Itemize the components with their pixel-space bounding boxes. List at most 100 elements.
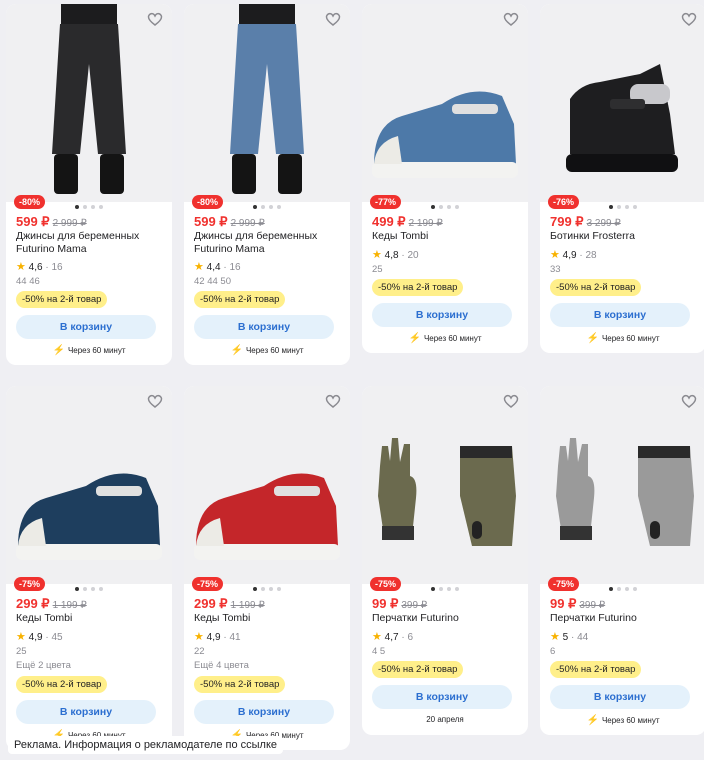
review-count: 16 <box>229 262 241 273</box>
discount-badge: -75% <box>192 577 224 591</box>
product-name[interactable]: Джинсы для беременных Futurino Mama <box>16 230 166 256</box>
add-to-cart-button[interactable]: В корзину <box>372 303 512 327</box>
promo-badge: -50% на 2-й товар <box>16 676 108 693</box>
promo-badge: -50% на 2-й товар <box>372 661 464 678</box>
product-name[interactable]: Ботинки Frosterra <box>550 230 700 243</box>
add-to-cart-button[interactable]: В корзину <box>194 700 334 724</box>
discount-badge: -80% <box>14 195 46 209</box>
old-price: 3 299 ₽ <box>586 218 621 229</box>
rating-value: 4,9 <box>562 250 577 261</box>
product-card[interactable]: -75% 299 ₽1 199 ₽ Кеды Tombi ★ 4,9 · 45 … <box>6 386 172 750</box>
product-name[interactable]: Джинсы для беременных Futurino Mama <box>194 230 344 256</box>
review-count: 28 <box>585 250 597 261</box>
product-card[interactable]: -80% 599 ₽2 999 ₽ Джинсы для беременных … <box>184 4 350 365</box>
current-price: 299 ₽ <box>194 596 228 611</box>
review-count: 20 <box>407 250 419 261</box>
promo-badge: -50% на 2-й товар <box>194 676 286 693</box>
price-block: 299 ₽1 199 ₽ <box>194 595 265 613</box>
heart-icon[interactable] <box>680 392 698 410</box>
discount-badge: -80% <box>192 195 224 209</box>
heart-icon[interactable] <box>146 392 164 410</box>
product-image[interactable] <box>6 4 172 202</box>
rating-value: 4,4 <box>206 262 221 273</box>
discount-badge: -77% <box>370 195 402 209</box>
sizes: 4 5 <box>372 646 386 657</box>
product-card[interactable]: -80% 599 ₽2 999 ₽ Джинсы для беременных … <box>6 4 172 365</box>
delivery-info: 20 апреля <box>362 715 528 724</box>
delivery-info: ⚡Через 60 минут <box>6 345 172 356</box>
sizes: 25 <box>16 646 27 657</box>
product-image[interactable] <box>6 386 172 584</box>
product-image[interactable] <box>184 4 350 202</box>
delivery-info: ⚡Через 60 минут <box>362 333 528 344</box>
rating: ★ 4,8 · 20 <box>372 249 419 261</box>
product-image[interactable] <box>362 386 528 584</box>
add-to-cart-button[interactable]: В корзину <box>550 303 690 327</box>
old-price: 1 199 ₽ <box>52 600 87 611</box>
current-price: 499 ₽ <box>372 214 406 229</box>
delivery-info: ⚡Через 60 минут <box>540 333 704 344</box>
old-price: 2 199 ₽ <box>408 218 443 229</box>
review-count: 44 <box>577 632 589 643</box>
rating: ★ 4,4 · 16 <box>194 261 241 273</box>
promo-badge: -50% на 2-й товар <box>550 279 642 296</box>
price-block: 799 ₽3 299 ₽ <box>550 213 621 231</box>
price-block: 599 ₽2 999 ₽ <box>16 213 87 231</box>
current-price: 599 ₽ <box>16 214 50 229</box>
more-colors[interactable]: Ещё 4 цвета <box>194 660 249 671</box>
product-image[interactable] <box>184 386 350 584</box>
product-image[interactable] <box>540 386 704 584</box>
discount-badge: -76% <box>548 195 580 209</box>
product-card[interactable]: -77% 499 ₽2 199 ₽ Кеды Tombi ★ 4,8 · 20 … <box>362 4 528 353</box>
current-price: 599 ₽ <box>194 214 228 229</box>
star-icon: ★ <box>16 631 26 643</box>
heart-icon[interactable] <box>324 392 342 410</box>
star-icon: ★ <box>372 631 382 643</box>
rating: ★ 4,9 · 28 <box>550 249 597 261</box>
sizes: 25 <box>372 264 383 275</box>
product-card[interactable]: -76% 799 ₽3 299 ₽ Ботинки Frosterra ★ 4,… <box>540 4 704 353</box>
product-card[interactable]: -75% 99 ₽399 ₽ Перчатки Futurino ★ 5 · 4… <box>540 386 704 735</box>
current-price: 299 ₽ <box>16 596 50 611</box>
ad-notice[interactable]: Реклама. Информация о рекламодателе по с… <box>8 736 284 754</box>
add-to-cart-button[interactable]: В корзину <box>550 685 690 709</box>
old-price: 2 999 ₽ <box>52 218 87 229</box>
review-count: 45 <box>51 632 63 643</box>
delivery-info: ⚡Через 60 минут <box>184 345 350 356</box>
product-name[interactable]: Кеды Tombi <box>372 230 522 243</box>
add-to-cart-button[interactable]: В корзину <box>194 315 334 339</box>
heart-icon[interactable] <box>324 10 342 28</box>
delivery-text: 20 апреля <box>426 715 464 724</box>
add-to-cart-button[interactable]: В корзину <box>372 685 512 709</box>
rating-value: 4,9 <box>28 632 43 643</box>
rating-value: 4,8 <box>384 250 399 261</box>
add-to-cart-button[interactable]: В корзину <box>16 700 156 724</box>
product-image[interactable] <box>540 4 704 202</box>
delivery-text: Через 60 минут <box>601 334 660 343</box>
price-block: 99 ₽399 ₽ <box>372 595 427 613</box>
rating: ★ 4,9 · 41 <box>194 631 241 643</box>
heart-icon[interactable] <box>680 10 698 28</box>
heart-icon[interactable] <box>502 392 520 410</box>
product-name[interactable]: Кеды Tombi <box>194 612 344 625</box>
heart-icon[interactable] <box>146 10 164 28</box>
product-name[interactable]: Кеды Tombi <box>16 612 166 625</box>
add-to-cart-button[interactable]: В корзину <box>16 315 156 339</box>
product-image[interactable] <box>362 4 528 202</box>
heart-icon[interactable] <box>502 10 520 28</box>
sizes: 33 <box>550 264 561 275</box>
old-price: 1 199 ₽ <box>230 600 265 611</box>
more-colors[interactable]: Ещё 2 цвета <box>16 660 71 671</box>
review-count: 16 <box>51 262 63 273</box>
product-name[interactable]: Перчатки Futurino <box>550 612 700 625</box>
sizes: 44 46 <box>16 276 40 287</box>
discount-badge: -75% <box>548 577 580 591</box>
product-card[interactable]: -75% 99 ₽399 ₽ Перчатки Futurino ★ 4,7 ·… <box>362 386 528 735</box>
product-name[interactable]: Перчатки Futurino <box>372 612 522 625</box>
product-grid: -80% 599 ₽2 999 ₽ Джинсы для беременных … <box>0 0 704 760</box>
product-card[interactable]: -75% 299 ₽1 199 ₽ Кеды Tombi ★ 4,9 · 41 … <box>184 386 350 750</box>
rating: ★ 4,6 · 16 <box>16 261 63 273</box>
promo-badge: -50% на 2-й товар <box>550 661 642 678</box>
old-price: 2 999 ₽ <box>230 218 265 229</box>
current-price: 99 ₽ <box>550 596 577 611</box>
